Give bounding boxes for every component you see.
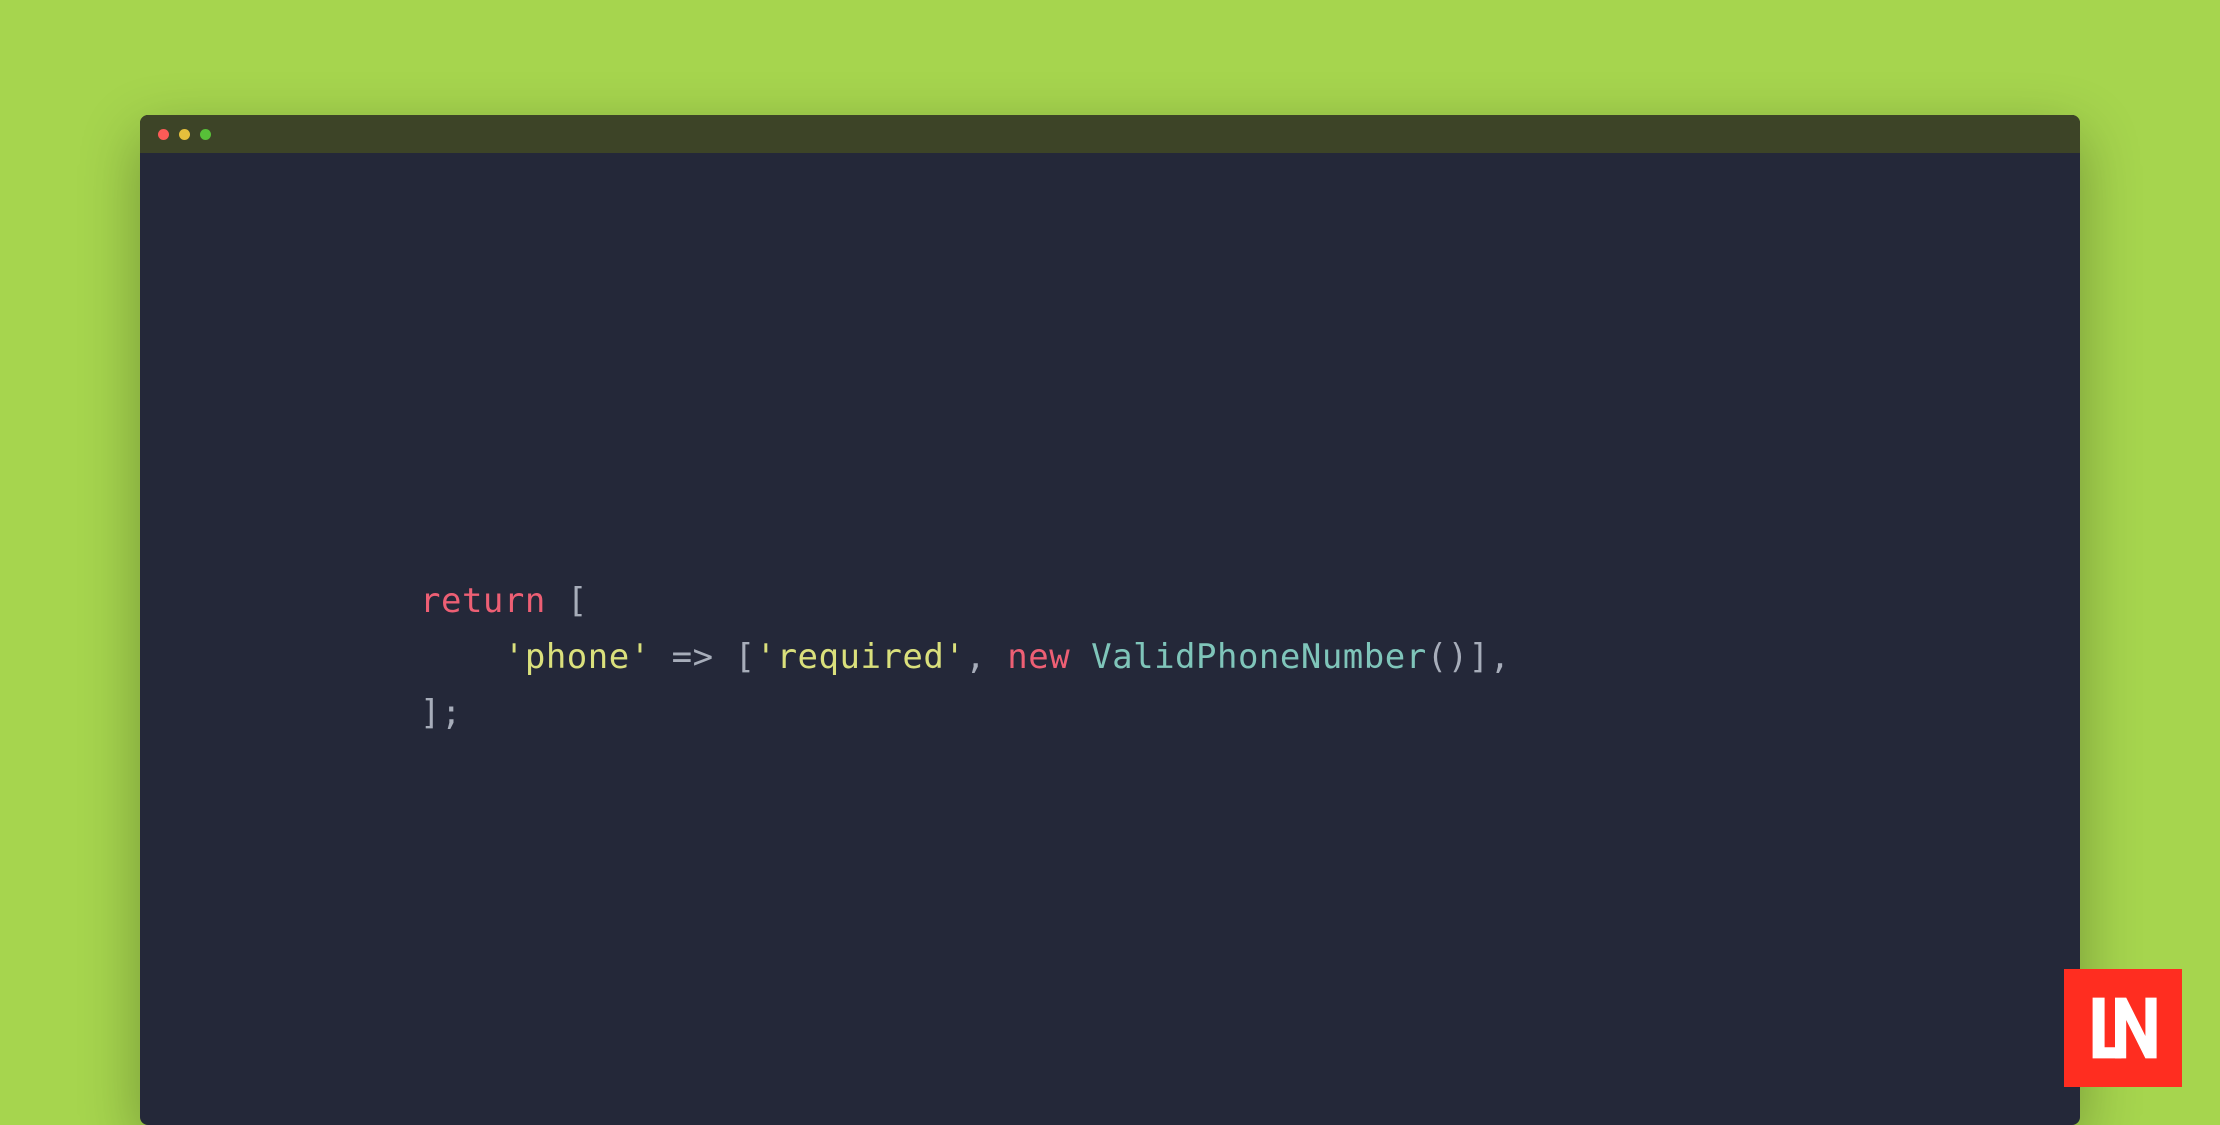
token-space [651,637,672,677]
token-keyword: new [1007,637,1070,677]
token-indent [420,637,504,677]
code-area: return [ 'phone' => ['required', new Val… [140,153,2080,741]
token-classname: ValidPhoneNumber [1091,637,1427,677]
token-semicolon: ; [441,693,462,733]
token-arrow: => [672,637,714,677]
token-bracket: [ [567,581,588,621]
editor-window: return [ 'phone' => ['required', new Val… [140,115,2080,1125]
minimize-icon[interactable] [179,129,190,140]
token-space [714,637,735,677]
code-line-1: return [ [420,573,2080,629]
code-line-3: ]; [420,685,2080,741]
token-string: 'phone' [504,637,651,677]
maximize-icon[interactable] [200,129,211,140]
code-line-2: 'phone' => ['required', new ValidPhoneNu… [420,629,2080,685]
token-parens: () [1427,637,1469,677]
laravel-news-logo [2064,969,2182,1087]
token-comma: , [1490,637,1511,677]
close-icon[interactable] [158,129,169,140]
token-string: 'required' [756,637,966,677]
token-space [1070,637,1091,677]
token-bracket: ] [1469,637,1490,677]
title-bar [140,115,2080,153]
token-bracket: [ [735,637,756,677]
token-space [986,637,1007,677]
token-comma: , [965,637,986,677]
token-space [546,581,567,621]
token-bracket: ] [420,693,441,733]
token-keyword: return [420,581,546,621]
ln-logo-icon [2083,988,2163,1068]
